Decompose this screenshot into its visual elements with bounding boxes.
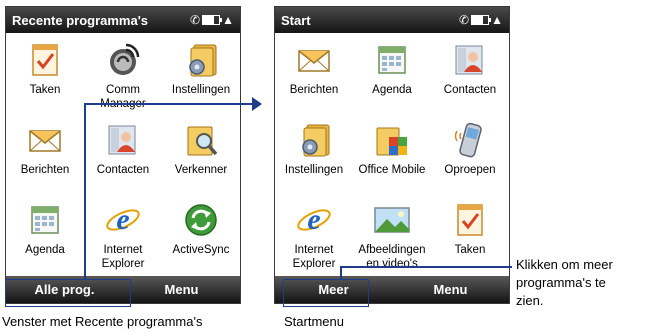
messages-icon [295,41,333,79]
left-caption: Venster met Recente programma's [2,314,203,329]
program-label: Verkenner [174,164,228,176]
calendar-icon [26,201,64,239]
program-tile[interactable]: Taken [6,37,84,117]
settings-icon [295,121,333,159]
screen-title: Recente programma's [12,12,149,28]
screen-title: Start [281,12,311,28]
calendar-icon [373,41,411,79]
program-label: Contacten [96,164,150,176]
program-tile[interactable]: Berichten [275,37,353,117]
program-tile[interactable]: Comm Manager [84,37,162,117]
program-tile[interactable]: Oproepen [431,117,509,197]
program-label: Berichten [289,84,339,96]
program-label: Agenda [25,244,65,256]
program-label: Berichten [20,164,70,176]
pictures-icon [373,201,411,239]
program-tile[interactable]: Instellingen [162,37,240,117]
program-label: Taken [29,84,61,96]
program-label: Taken [454,244,486,256]
office-mobile-icon [373,121,411,159]
program-label: Internet Explorer [292,244,336,270]
more-highlight [283,279,369,307]
program-label: Instellingen [284,164,344,176]
more-caption: Klikken om meer programma's te zien. [516,257,613,308]
internet-explorer-icon: e [295,201,333,239]
program-tile[interactable]: e Internet Explorer [84,197,162,277]
program-label: Office Mobile [358,164,426,176]
battery-icon [202,15,223,25]
program-label: Instellingen [171,84,231,96]
contacts-icon [451,41,489,79]
phone-icon [451,121,489,159]
program-tile[interactable]: Agenda [6,197,84,277]
program-label: Oproepen [444,164,496,176]
menu-softkey[interactable]: Menu [123,282,240,297]
program-tile[interactable]: Contacten [431,37,509,117]
program-label: Agenda [372,84,412,96]
program-tile[interactable]: Berichten [6,117,84,197]
status-icons: ✆ ▲ [459,14,503,26]
callout-line [340,266,512,268]
program-label: Comm Manager [100,84,145,110]
status-icons: ✆ ▲ [190,14,234,26]
callout-line [84,103,86,280]
program-label: Internet Explorer [101,244,145,270]
program-tile[interactable]: Contacten [84,117,162,197]
svg-text:e: e [116,203,129,236]
explorer-icon [182,121,220,159]
settings-icon [182,41,220,79]
title-bar: Start ✆ ▲ [275,7,509,33]
program-tile[interactable]: Agenda [353,37,431,117]
program-tile[interactable]: Office Mobile [353,117,431,197]
program-tile[interactable]: Afbeeldingen en video's [353,197,431,277]
svg-text:e: e [307,203,320,236]
phone-signal-icon: ✆ [190,13,201,27]
program-tile[interactable]: Verkenner [162,117,240,197]
callout-arrow [252,97,262,111]
start-menu-screen: Start ✆ ▲ Berichten Agenda Contacten Instel… [274,6,510,304]
antenna-icon: ▲ [491,13,503,27]
contacts-icon [104,121,142,159]
program-tile[interactable]: Taken [431,197,509,277]
callout-line [340,266,342,280]
phone-signal-icon: ✆ [459,13,470,27]
program-grid: Berichten Agenda Contacten Instellingen Offi… [275,33,509,281]
program-tile[interactable]: e Internet Explorer [275,197,353,277]
comm-manager-icon [104,41,142,79]
program-label: ActiveSync [172,244,230,256]
program-grid: Taken Comm Manager Instellingen Berichten Co… [6,33,240,281]
messages-icon [26,121,64,159]
recent-programs-screen: Recente programma's ✆ ▲ Taken Comm Manage… [5,6,241,304]
battery-icon [471,15,492,25]
program-tile[interactable]: ActiveSync [162,197,240,277]
activesync-icon [182,201,220,239]
tasks-icon [451,201,489,239]
title-bar: Recente programma's ✆ ▲ [6,7,240,33]
program-tile[interactable]: Instellingen [275,117,353,197]
tasks-icon [26,41,64,79]
internet-explorer-icon: e [104,201,142,239]
all-programs-highlight [5,279,131,307]
menu-softkey[interactable]: Menu [392,282,509,297]
antenna-icon: ▲ [222,13,234,27]
right-caption: Startmenu [284,314,344,329]
callout-line [84,103,254,105]
program-label: Contacten [443,84,497,96]
